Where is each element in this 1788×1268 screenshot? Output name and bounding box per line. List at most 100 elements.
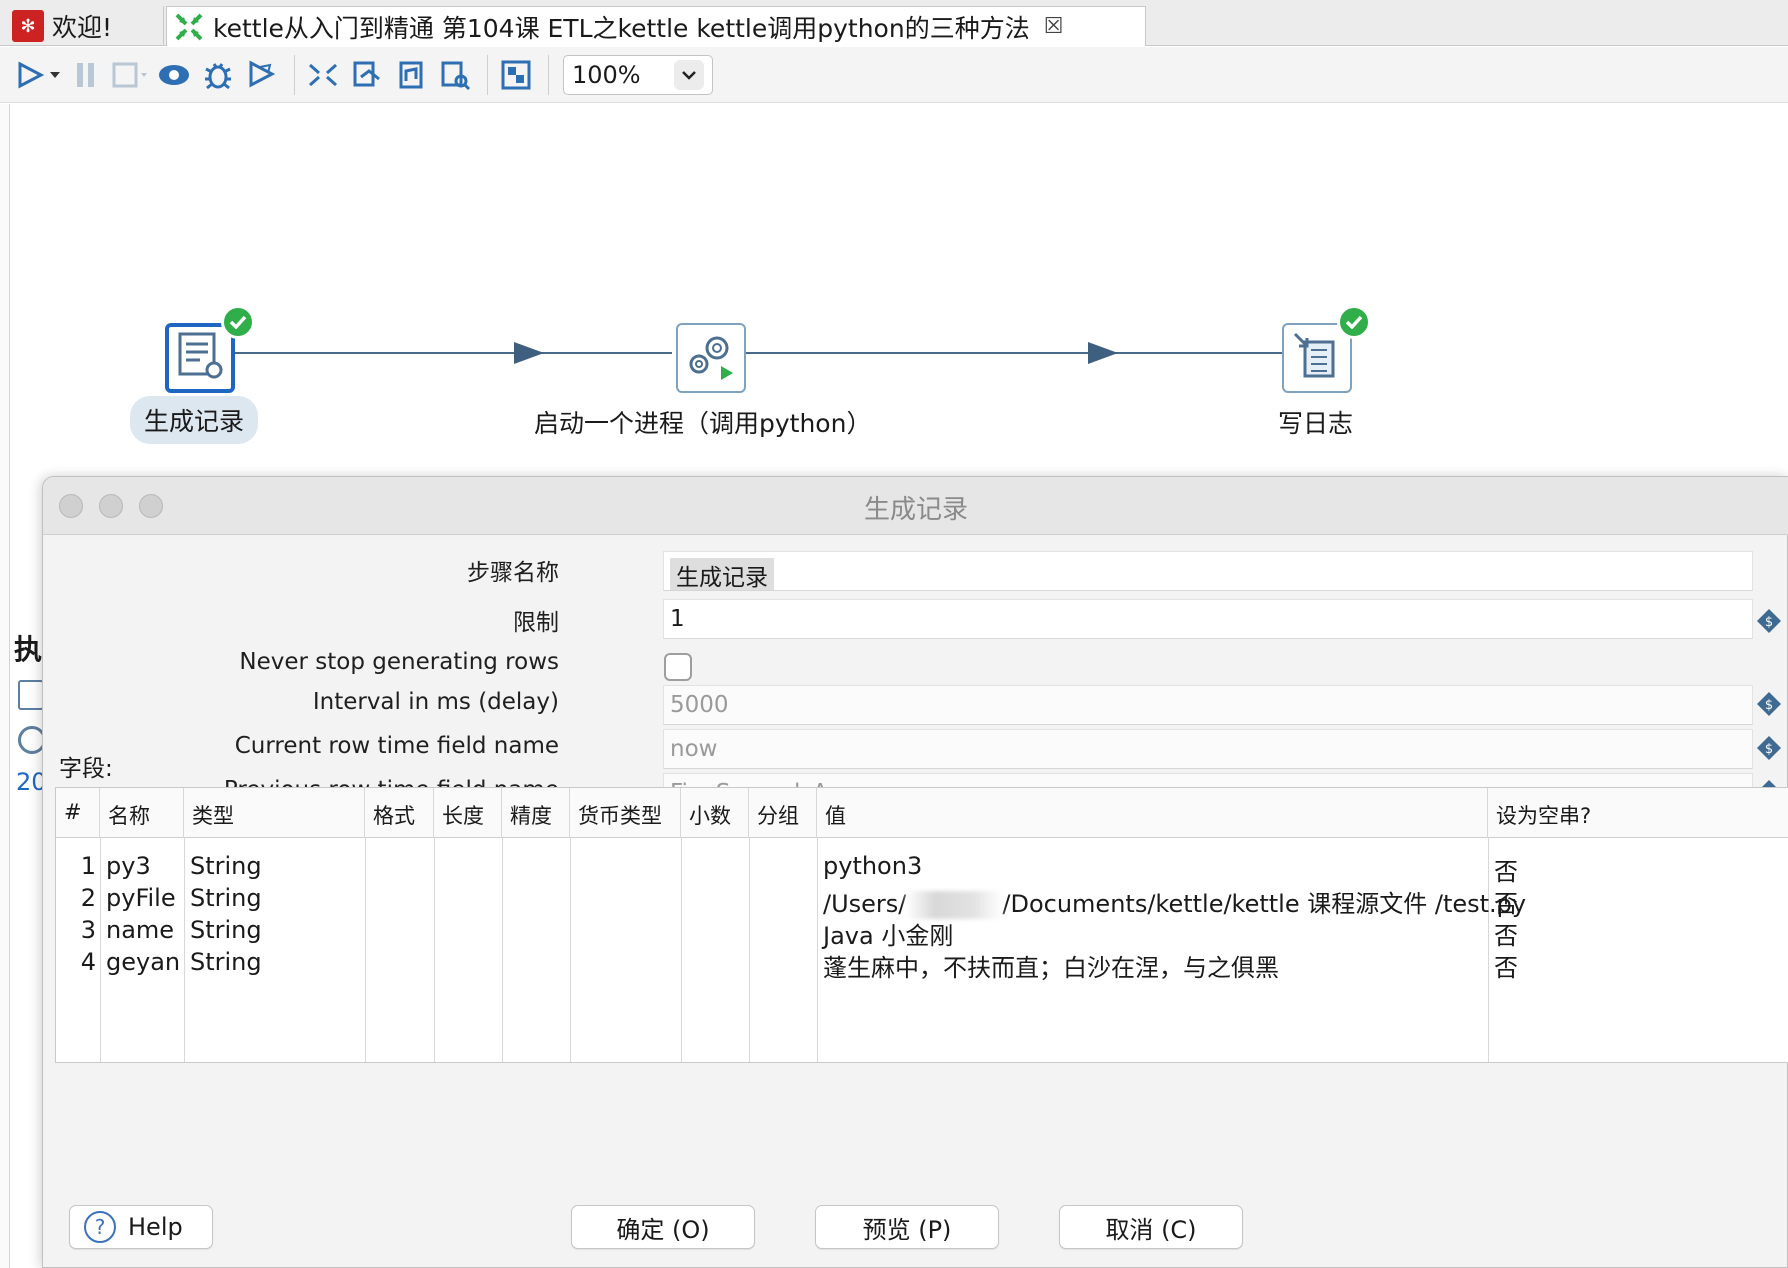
column-header[interactable]: 类型 [184,788,365,838]
field-name-cell[interactable]: name [106,916,174,944]
hop-line[interactable] [210,352,672,354]
log-icon[interactable] [18,680,44,710]
stop-icon[interactable] [110,55,150,95]
current-time-field[interactable]: now [663,729,1753,769]
field-name-cell[interactable]: pyFile [106,884,176,912]
dialog-titlebar[interactable]: 生成记录 [43,477,1788,535]
column-divider [502,838,503,1062]
field-type-cell[interactable]: String [190,948,262,976]
dropdown-icon[interactable] [48,55,62,95]
toolbar-separator [487,54,488,95]
hop-arrow-icon [514,342,544,364]
fields-table[interactable]: # 名称 类型 格式 长度 精度 货币类型 小数 分组 值 设为空串? 1 py… [55,787,1788,1063]
column-header[interactable]: 名称 [100,788,184,838]
redacted-blur [906,891,1003,919]
column-header[interactable]: 精度 [502,788,570,838]
generate-rows-icon [174,330,226,386]
never-stop-checkbox[interactable] [664,653,692,681]
field-value-cell[interactable]: /Users/ /Documents/kettle/kettle 课程源文件 /t… [823,884,1526,919]
cancel-button[interactable]: 取消 (C) [1059,1205,1243,1249]
column-header[interactable]: 格式 [365,788,434,838]
execution-panel-title: 执 [14,633,43,666]
variable-icon[interactable]: $ [1756,691,1782,717]
set-empty-cell[interactable]: 否 [1494,884,1518,919]
show-results-icon[interactable] [496,55,536,95]
preview-button[interactable]: 预览 (P) [815,1205,999,1249]
column-divider [365,838,366,1062]
verify-icon[interactable] [303,55,343,95]
impact-icon[interactable] [347,55,387,95]
success-check-icon [1337,305,1371,339]
field-value-cell[interactable]: python3 [823,852,922,880]
interval-label: Interval in ms (delay) [312,689,559,715]
never-stop-label: Never stop generating rows [239,649,559,675]
field-name-cell[interactable]: py3 [106,852,151,880]
field-value-cell[interactable]: Java 小金刚 [823,916,953,951]
column-divider [749,838,750,1062]
field-value-cell[interactable]: 蓬生麻中，不扶而直；白沙在涅，与之俱黑 [823,948,1279,983]
column-header[interactable]: 小数 [681,788,749,838]
set-empty-cell[interactable]: 否 [1494,948,1518,983]
column-header[interactable]: 值 [817,788,1488,838]
close-icon[interactable]: ☒ [1044,14,1064,39]
step-label[interactable]: 写日志 [1278,404,1353,440]
column-header[interactable]: 分组 [749,788,817,838]
tab-transformation[interactable]: kettle从入门到精通 第104课 ETL之kettle kettle调用py… [166,6,1146,46]
hop-line[interactable] [746,352,1286,354]
column-divider [1488,838,1489,1062]
help-button[interactable]: ? Help [69,1205,213,1249]
ok-button[interactable]: 确定 (O) [571,1205,755,1249]
column-divider [570,838,571,1062]
column-header[interactable]: # [56,788,100,838]
help-icon: ? [84,1211,116,1243]
debug-icon[interactable] [198,55,238,95]
zoom-value: 100% [572,60,641,89]
step-name-field[interactable]: 生成记录 [663,551,1753,591]
run-icon[interactable] [10,55,50,95]
tab-welcome-label: 欢迎! [52,13,113,42]
help-button-label: Help [128,1213,183,1241]
field-name-cell[interactable]: geyan [106,948,180,976]
column-divider [100,838,101,1062]
value-suffix: /Documents/kettle/kettle 课程源文件 /test.py [1002,890,1527,918]
field-type-cell[interactable]: String [190,884,262,912]
sql-icon[interactable] [391,55,431,95]
transformation-icon [173,11,205,43]
pause-icon[interactable] [66,55,106,95]
left-panel-edge [0,104,10,1268]
toolbar-separator [548,54,549,95]
step-label[interactable]: 启动一个进程（调用python） [534,404,871,440]
variable-icon[interactable]: $ [1756,608,1782,634]
row-number: 1 [80,852,96,880]
column-header[interactable]: 货币类型 [570,788,681,838]
column-header[interactable]: 设为空串? [1488,788,1788,838]
row-number: 4 [80,948,96,976]
step-label[interactable]: 生成记录 [130,396,259,444]
step-name-value: 生成记录 [670,558,774,590]
execute-process-icon [683,328,739,388]
interval-field[interactable]: 5000 [663,685,1753,725]
column-divider [184,838,185,1062]
preview-icon[interactable] [154,55,194,95]
current-time-label: Current row time field name [234,733,559,759]
field-type-cell[interactable]: String [190,916,262,944]
zoom-select[interactable]: 100% [563,54,713,95]
variable-icon[interactable]: $ [1756,735,1782,761]
column-header[interactable]: 长度 [434,788,502,838]
tab-welcome[interactable]: ✻ 欢迎! [6,6,164,46]
limit-label: 限制 [513,610,559,636]
tab-transformation-label: kettle从入门到精通 第104课 ETL之kettle kettle调用py… [213,13,1030,43]
limit-field[interactable]: 1 [663,599,1753,639]
set-empty-cell[interactable]: 否 [1494,916,1518,951]
step-execute-process[interactable] [676,323,746,393]
explore-db-icon[interactable] [435,55,475,95]
svg-text:$: $ [1765,615,1773,630]
fields-section-label: 字段: [59,756,113,782]
tab-bar: ✻ 欢迎! kettle从入门到精通 第104课 ETL之kettle kett… [0,0,1788,46]
toolbar-separator [294,54,295,95]
set-empty-cell[interactable]: 否 [1494,852,1518,887]
replay-icon[interactable] [242,55,282,95]
field-type-cell[interactable]: String [190,852,262,880]
row-number: 2 [80,884,96,912]
dialog-title: 生成记录 [863,495,968,525]
